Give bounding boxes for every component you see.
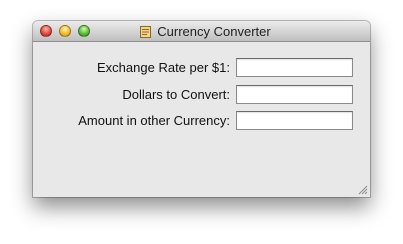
amount-other-currency-label: Amount in other Currency: (78, 112, 230, 128)
document-icon (140, 25, 152, 38)
window-title-group: Currency Converter (33, 21, 370, 42)
exchange-rate-row: Exchange Rate per $1: (97, 57, 353, 77)
window-content: Exchange Rate per $1: Dollars to Convert… (33, 42, 370, 197)
dollars-to-convert-input[interactable] (236, 84, 353, 104)
title-bar[interactable]: Currency Converter (33, 21, 370, 42)
dollars-to-convert-label: Dollars to Convert: (122, 86, 230, 102)
amount-other-currency-input[interactable] (236, 110, 353, 130)
exchange-rate-label: Exchange Rate per $1: (97, 59, 230, 75)
exchange-rate-input[interactable] (236, 57, 353, 77)
resize-grip-icon[interactable] (357, 184, 368, 195)
amount-other-currency-row: Amount in other Currency: (78, 110, 353, 130)
window-title: Currency Converter (157, 24, 271, 39)
dollars-to-convert-row: Dollars to Convert: (122, 84, 353, 104)
currency-converter-window: Currency Converter Exchange Rate per $1:… (33, 21, 370, 197)
